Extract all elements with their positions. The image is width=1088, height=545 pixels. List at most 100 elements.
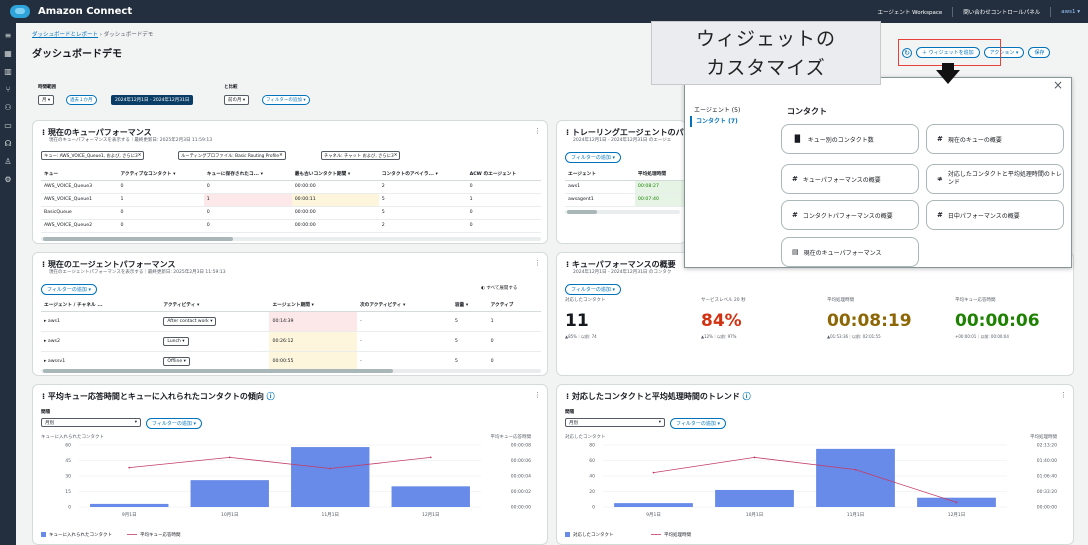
widget-option-label: キュー別のコンタクト数 <box>807 136 874 144</box>
grid-icon[interactable]: ▦ <box>4 49 12 59</box>
column-header[interactable]: 最も古いコンタクト期間 ▾ <box>291 168 379 181</box>
save-button[interactable]: 保存 <box>1028 47 1051 58</box>
activity-select[interactable]: Lunch ▾ <box>163 336 189 346</box>
chart-bar <box>816 448 895 507</box>
compare-select[interactable]: 前の月 ▾ <box>224 95 250 105</box>
table-cell[interactable]: ▸ aws2 <box>41 331 161 352</box>
divider <box>952 6 954 17</box>
column-header[interactable]: 容量 ▾ <box>451 299 488 312</box>
period-select[interactable]: 月 ▾ <box>38 95 55 105</box>
agent-performance-widget: ⁝ 現在のエージェントパフォーマンス 現在のエージェントパフォーマンスを表示する… <box>32 252 548 376</box>
filter-tag-routing-profile[interactable]: ルーティングプロファイル: Basic Routing Profile ✕ <box>178 151 286 160</box>
widget-option[interactable]: # 日中パフォーマンスの概要 <box>926 200 1064 230</box>
widget-subtitle: 現在のキューパフォーマンスを表示する｜最終更新日: 2025年2月3日 11:5… <box>49 138 213 143</box>
interval-select[interactable]: 月別 ▾ <box>41 418 141 427</box>
table-icon: ▤ <box>792 248 799 256</box>
horizontal-scrollbar[interactable] <box>41 237 541 241</box>
more-options-icon[interactable]: ⋮ <box>534 391 541 399</box>
chart-svg: 対応したコンタクト 平均処理時間80 02:13:2060 01:40:0040 01:… <box>565 433 1057 538</box>
table-cell: AWS_VOICE_Queue1 <box>41 193 118 207</box>
table-cell: AWS_VOICE_Queue2 <box>41 219 118 233</box>
prev-month-button[interactable]: 過去１か月 <box>66 95 97 105</box>
table-cell: awsagent1 <box>565 193 635 207</box>
contact-control-panel-link[interactable]: 問い合わせコントロールパネル <box>963 8 1040 16</box>
column-header[interactable]: エージェント期間 ▾ <box>269 299 357 312</box>
highlight-box <box>898 39 1001 66</box>
user-menu[interactable]: aws1 ▾ <box>1061 9 1080 15</box>
close-icon[interactable]: × <box>1053 78 1063 92</box>
widget-option[interactable]: ▐▌ キュー別のコンタクト数 <box>781 124 919 154</box>
info-icon[interactable]: ⓘ <box>267 392 275 401</box>
column-header[interactable]: エージェント / チャネル ... <box>41 299 161 312</box>
widget-option[interactable]: ≉ 対応したコンタクトと平均処理時間のトレンド <box>926 164 1064 194</box>
date-range-button[interactable]: 2024年12月1日 - 2024年12月31日 <box>111 95 194 105</box>
table-cell: 00:00:00 <box>291 206 379 220</box>
more-options-icon[interactable]: ⋮ <box>534 127 541 135</box>
table-cell: 5 <box>451 351 488 372</box>
scrollbar-thumb[interactable] <box>567 210 597 214</box>
routing-icon[interactable]: ⑂ <box>6 85 11 95</box>
column-header[interactable]: 平均処理時間 <box>634 168 685 181</box>
x-tick-label: 10月1日 <box>221 512 239 518</box>
channels-icon[interactable]: ▭ <box>4 121 12 131</box>
settings-icon[interactable]: ⚙ <box>4 175 11 185</box>
table-cell[interactable]: ▸ awssv1 <box>41 351 161 372</box>
column-header[interactable]: ACW のエージェント <box>466 168 541 181</box>
table-cell: 0 <box>466 180 541 194</box>
top-navigation-bar: Amazon Connect エージェント Workspace 問い合わせコント… <box>0 0 1088 23</box>
widget-option-label: キューパフォーマンスの概要 <box>802 176 881 184</box>
y-tick-label: 60 <box>589 458 595 464</box>
expand-all-toggle[interactable]: ◐ すべて展開する <box>481 285 517 291</box>
widget-option[interactable]: # 現在のキューの概要 <box>926 124 1064 154</box>
y2-tick-label: 00:00:00 <box>511 505 531 511</box>
legend-swatch <box>565 532 570 537</box>
scrollbar-thumb[interactable] <box>43 237 233 241</box>
nav-item-agents[interactable]: エージェント (5) <box>690 105 740 116</box>
y-tick-label: 40 <box>589 474 595 480</box>
filter-tag-channel[interactable]: チャネル: チャット および, さらに3 ✕ <box>321 151 401 160</box>
interval-select[interactable]: 月別 ▾ <box>565 418 665 427</box>
menu-icon[interactable]: ≡ <box>5 31 12 41</box>
column-header[interactable]: エージェント <box>565 168 635 181</box>
widget-option[interactable]: ▤ 現在のキューパフォーマンス <box>781 237 919 267</box>
users-icon[interactable]: ⚇ <box>4 103 11 113</box>
widget-option[interactable]: # キューパフォーマンスの概要 <box>781 164 919 194</box>
more-options-icon[interactable]: ⋮ <box>534 259 541 267</box>
widget-option[interactable]: # コンタクトパフォーマンスの概要 <box>781 200 919 230</box>
info-icon[interactable]: ⓘ <box>743 392 751 401</box>
y-axis-title: キューに入れられたコンタクト <box>41 433 104 440</box>
horizontal-scrollbar[interactable] <box>565 210 680 214</box>
table-cell[interactable]: ▸ aws1 <box>41 311 161 332</box>
nav-item-contacts[interactable]: コンタクト (7) <box>690 116 740 127</box>
scrollbar-thumb[interactable] <box>43 369 393 373</box>
add-filter-button[interactable]: フィルターの追加 ▾ <box>41 284 98 295</box>
agent-workspace-link[interactable]: エージェント Workspace <box>878 8 943 16</box>
column-header[interactable]: コンタクトのアベイラ... ▾ <box>378 168 467 181</box>
interval-value: 月別 <box>45 420 54 426</box>
table-row: ▸ aws2 Lunch ▾ 00:26:12 - 5 0 <box>41 331 541 352</box>
activity-select[interactable]: After contact work ▾ <box>163 316 217 326</box>
add-filter-button[interactable]: フィルターの追加 ▾ <box>565 152 622 163</box>
column-header[interactable]: キュー <box>41 168 118 181</box>
agent-name: aws2 <box>47 338 60 344</box>
breadcrumb-parent-link[interactable]: ダッシュボードとレポート <box>32 32 98 38</box>
headset-icon[interactable]: ☊ <box>4 139 11 149</box>
activity-select[interactable]: Offline ▾ <box>163 356 190 366</box>
y-tick-label: 20 <box>589 489 595 495</box>
add-filter-button[interactable]: フィルターの追加 ▾ <box>146 418 203 429</box>
filter-tag-queue[interactable]: キュー: AWS_VOICE_Queue1, および, さらに3 ✕ <box>41 151 145 160</box>
column-header[interactable]: キューに保存されたコ... ▾ <box>203 168 292 181</box>
add-filter-button[interactable]: フィルターの追加 ▾ <box>262 95 310 105</box>
chart-icon[interactable]: ▥ <box>4 67 12 77</box>
column-header[interactable]: 次のアクティビティ ▾ <box>356 299 452 312</box>
horizontal-scrollbar[interactable] <box>41 369 541 373</box>
y2-tick-label: 01:06:40 <box>1037 474 1057 480</box>
kpi-comparison: +00:00:01｜以前: 00:00:04 <box>955 334 1009 339</box>
more-options-icon[interactable]: ⋮ <box>1060 391 1067 399</box>
user-icon[interactable]: ♙ <box>4 157 11 167</box>
add-filter-button[interactable]: フィルターの追加 ▾ <box>670 418 727 429</box>
column-header[interactable]: アクティブ <box>487 299 541 312</box>
add-filter-button[interactable]: フィルターの追加 ▾ <box>565 284 622 295</box>
column-header[interactable]: アクティブなコンタクト ▾ <box>117 168 204 181</box>
column-header[interactable]: アクティビティ ▾ <box>160 299 270 312</box>
